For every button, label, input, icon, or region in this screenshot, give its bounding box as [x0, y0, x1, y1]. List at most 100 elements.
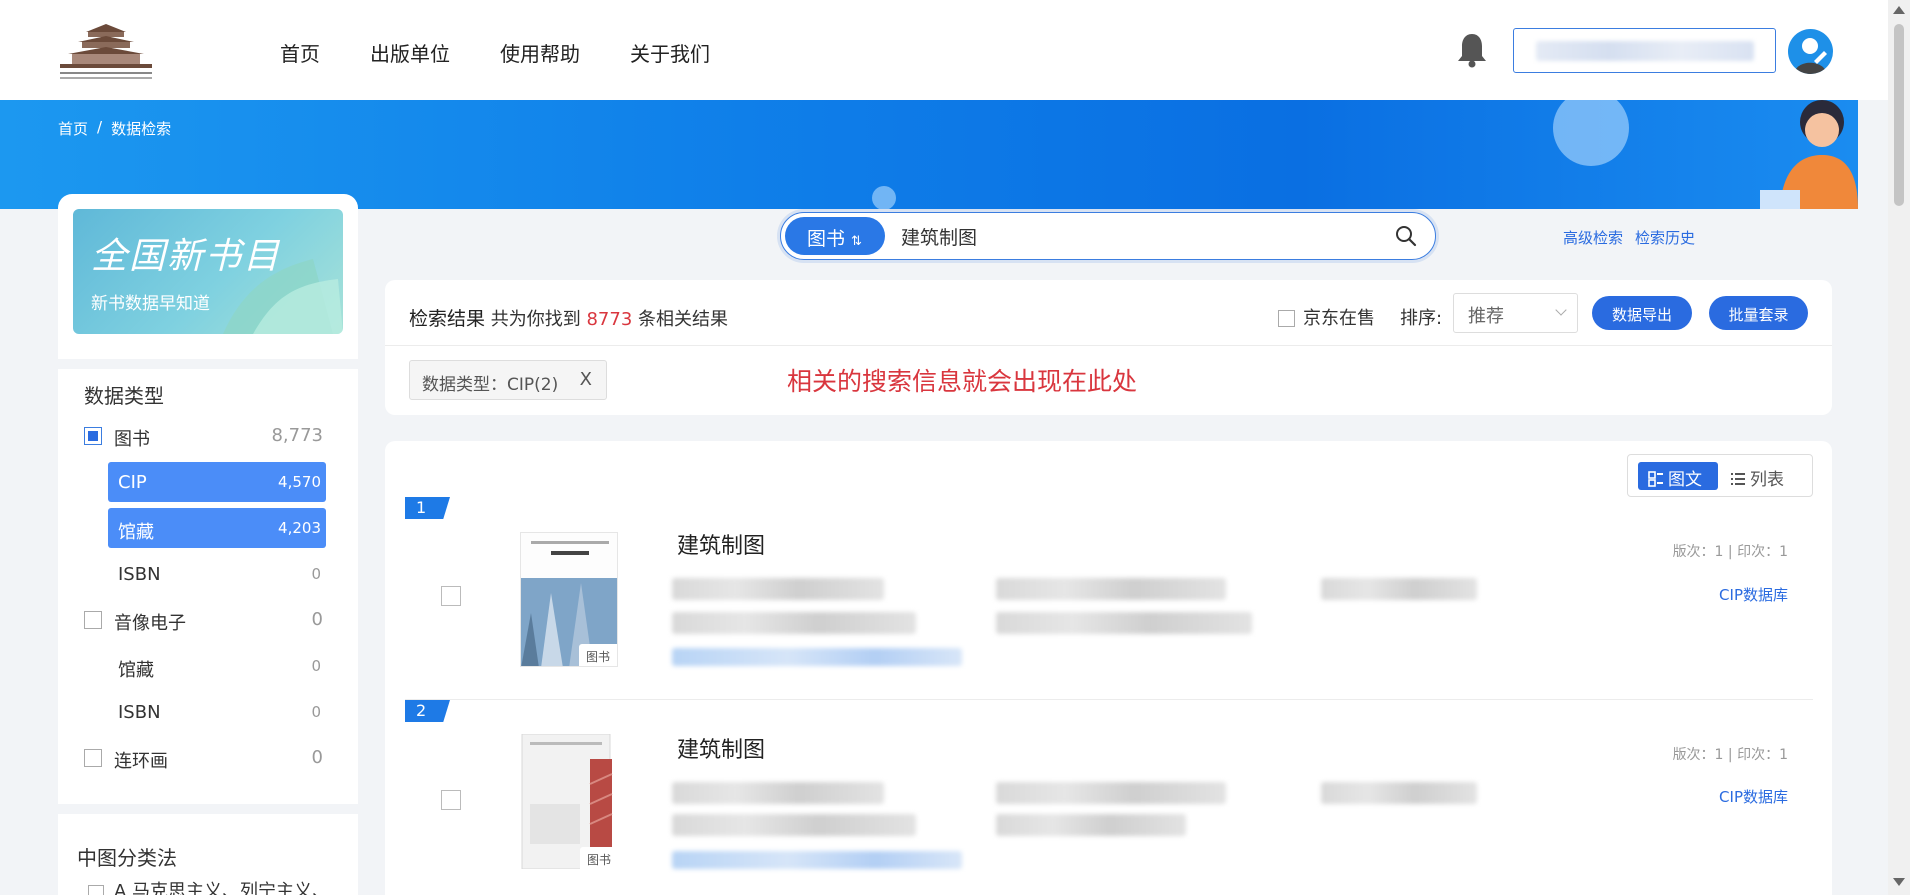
database-link[interactable]: CIP数据库 [1719, 786, 1788, 807]
database-link[interactable]: CIP数据库 [1719, 584, 1788, 605]
result-title[interactable]: 建筑制图 [677, 528, 765, 560]
search-history-link[interactable]: 检索历史 [1635, 227, 1695, 248]
type-comic-checkbox[interactable] [84, 749, 102, 767]
classification-title: 中图分类法 [77, 846, 177, 870]
top-header: 首页 出版单位 使用帮助 关于我们 [0, 0, 1910, 100]
type-comic[interactable]: 连环画 0 [58, 738, 358, 778]
nav-help[interactable]: 使用帮助 [500, 38, 580, 67]
scroll-up-arrow-icon[interactable] [1893, 6, 1905, 14]
avatar-icon [1794, 38, 1827, 74]
advanced-search-link[interactable]: 高级检索 [1563, 227, 1623, 248]
scroll-thumb[interactable] [1894, 24, 1904, 206]
banner-bubble [1553, 100, 1629, 166]
results-summary: 检索结果 共为你找到 8773 条相关结果 [409, 304, 728, 331]
results-list-panel: 图文 列表 1 图书 建筑制图 版次：1 | 印次：1 CIP数据库 2 图书 … [385, 441, 1832, 895]
swap-arrows-icon: ⇅ [851, 234, 862, 249]
user-account-box[interactable] [1513, 28, 1776, 73]
national-archives-logo-icon[interactable] [56, 22, 156, 82]
type-label: 图书 [114, 429, 150, 450]
nav-about[interactable]: 关于我们 [630, 38, 710, 67]
result-checkbox[interactable] [441, 586, 461, 606]
subtype-label: ISBN [118, 564, 161, 585]
breadcrumb-separator: / [97, 118, 103, 136]
subtype-label: CIP [118, 472, 147, 493]
book-cover[interactable]: 图书 [520, 532, 618, 667]
subtype-isbn[interactable]: ISBN 0 [108, 692, 326, 732]
jd-checkbox[interactable] [1278, 310, 1295, 327]
type-audio-video-checkbox[interactable] [84, 611, 102, 629]
sidebar-divider [58, 359, 358, 369]
annotation-hint: 相关的搜索信息就会出现在此处 [787, 367, 1138, 396]
batch-import-button[interactable]: 批量套录 [1709, 296, 1808, 330]
blurred-link [672, 851, 962, 869]
chevron-down-icon [1555, 304, 1567, 316]
result-rank: 2 [405, 700, 450, 722]
book-cover[interactable]: 图书 [520, 734, 618, 869]
classification-checkbox[interactable] [88, 885, 104, 895]
blurred-username [1536, 41, 1754, 61]
list-icon [1731, 473, 1745, 485]
type-count: 0 [311, 609, 323, 630]
breadcrumb: 首页 / 数据检索 [58, 118, 171, 139]
sort-select[interactable]: 推荐 [1453, 293, 1578, 333]
filter-tag-label: 数据类型：CIP(2) [422, 375, 559, 395]
search-type-selector[interactable]: 图书 ⇅ [785, 217, 885, 255]
cover-type-tag: 图书 [579, 644, 617, 666]
type-book-checkbox[interactable] [84, 427, 102, 445]
breadcrumb-home[interactable]: 首页 [58, 118, 88, 139]
subtype-count: 0 [311, 565, 321, 583]
results-label: 检索结果 [409, 308, 486, 330]
type-audio-video[interactable]: 音像电子 0 [58, 600, 358, 640]
edition-info: 版次：1 | 印次：1 [1672, 544, 1788, 560]
view-grid-button[interactable]: 图文 [1638, 462, 1718, 490]
results-count: 8773 [586, 309, 633, 330]
subtype-cip[interactable]: CIP 4,570 [108, 462, 326, 502]
subtype-count: 4,570 [278, 473, 321, 491]
data-type-title: 数据类型 [84, 384, 164, 408]
bell-icon[interactable] [1456, 32, 1488, 68]
breadcrumb-current: 数据检索 [111, 120, 172, 138]
blurred-text [672, 814, 916, 836]
user-avatar[interactable] [1788, 29, 1833, 74]
subtype-collection[interactable]: 馆藏 4,203 [108, 508, 326, 548]
close-icon[interactable]: X [580, 369, 592, 390]
blurred-text [996, 612, 1252, 634]
blurred-text [672, 612, 916, 634]
blurred-text [1321, 782, 1477, 804]
view-list-button[interactable]: 列表 [1730, 465, 1784, 490]
nav-home[interactable]: 首页 [280, 38, 320, 67]
grid-icon [1648, 471, 1663, 487]
banner-person-illustration-icon [1760, 100, 1858, 209]
export-data-button[interactable]: 数据导出 [1592, 296, 1692, 330]
subtype-collection[interactable]: 馆藏 0 [108, 646, 326, 686]
jd-on-sale-filter[interactable]: 京东在售 [1278, 304, 1375, 330]
classification-item[interactable]: A 马克思主义、列宁主义、 [88, 877, 348, 895]
search-icon[interactable] [1395, 225, 1417, 247]
blurred-text [1321, 578, 1477, 600]
results-found-prefix: 共为你找到 [490, 309, 581, 330]
result-checkbox[interactable] [441, 790, 461, 810]
sort-value: 推荐 [1468, 306, 1504, 327]
hero-banner [0, 100, 1858, 209]
result-title[interactable]: 建筑制图 [677, 732, 765, 764]
scroll-down-arrow-icon[interactable] [1893, 878, 1905, 886]
jd-label: 京东在售 [1303, 308, 1375, 329]
results-header-panel: 检索结果 共为你找到 8773 条相关结果 京东在售 排序: 推荐 数据导出 批… [385, 280, 1832, 415]
type-count: 0 [311, 747, 323, 768]
header-divider [385, 345, 1832, 346]
new-book-promo-banner[interactable]: 全国新书目 新书数据早知道 [73, 209, 343, 334]
results-found-suffix: 条相关结果 [638, 309, 729, 330]
subtype-count: 0 [311, 703, 321, 721]
search-bar: 图书 ⇅ [780, 212, 1436, 260]
nav-publishers[interactable]: 出版单位 [370, 38, 450, 67]
view-list-label: 列表 [1750, 470, 1784, 490]
main-nav: 首页 出版单位 使用帮助 关于我们 [280, 38, 710, 67]
type-book[interactable]: 图书 8,773 [58, 416, 358, 456]
blurred-text [996, 782, 1226, 804]
search-input[interactable] [901, 221, 1361, 251]
promo-title: 全国新书目 [91, 236, 282, 277]
cover-type-tag: 图书 [580, 847, 618, 869]
subtype-label: 馆藏 [118, 660, 154, 681]
subtype-isbn[interactable]: ISBN 0 [108, 554, 326, 594]
page-scrollbar[interactable] [1888, 0, 1910, 895]
